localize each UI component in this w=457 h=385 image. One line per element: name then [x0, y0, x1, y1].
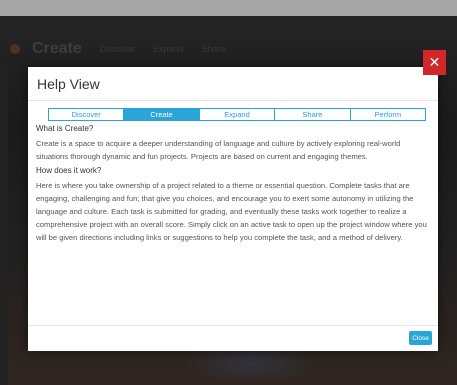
- tab-create[interactable]: Create: [124, 109, 200, 120]
- modal-header: Help View: [28, 67, 438, 101]
- section-heading-what: What is Create?: [36, 124, 94, 133]
- section-text-how: Here is where you take ownership of a pr…: [36, 181, 427, 242]
- section-text-what: Create is a space to acquire a deeper un…: [36, 139, 401, 161]
- help-modal: Help View Discover Create Expand Share P…: [28, 67, 438, 351]
- modal-body: Discover Create Expand Share Perform Wha…: [28, 101, 438, 244]
- modal-title: Help View: [37, 75, 100, 92]
- tab-discover[interactable]: Discover: [49, 109, 125, 120]
- modal-footer: Close: [28, 325, 438, 351]
- help-tabs: Discover Create Expand Share Perform: [48, 108, 426, 121]
- section-heading-how: How does it work?: [36, 166, 102, 175]
- close-icon[interactable]: ✕: [423, 50, 446, 75]
- tab-share[interactable]: Share: [275, 109, 351, 120]
- tab-expand[interactable]: Expand: [200, 109, 276, 120]
- tab-perform[interactable]: Perform: [351, 109, 425, 120]
- close-button[interactable]: Close: [409, 331, 432, 345]
